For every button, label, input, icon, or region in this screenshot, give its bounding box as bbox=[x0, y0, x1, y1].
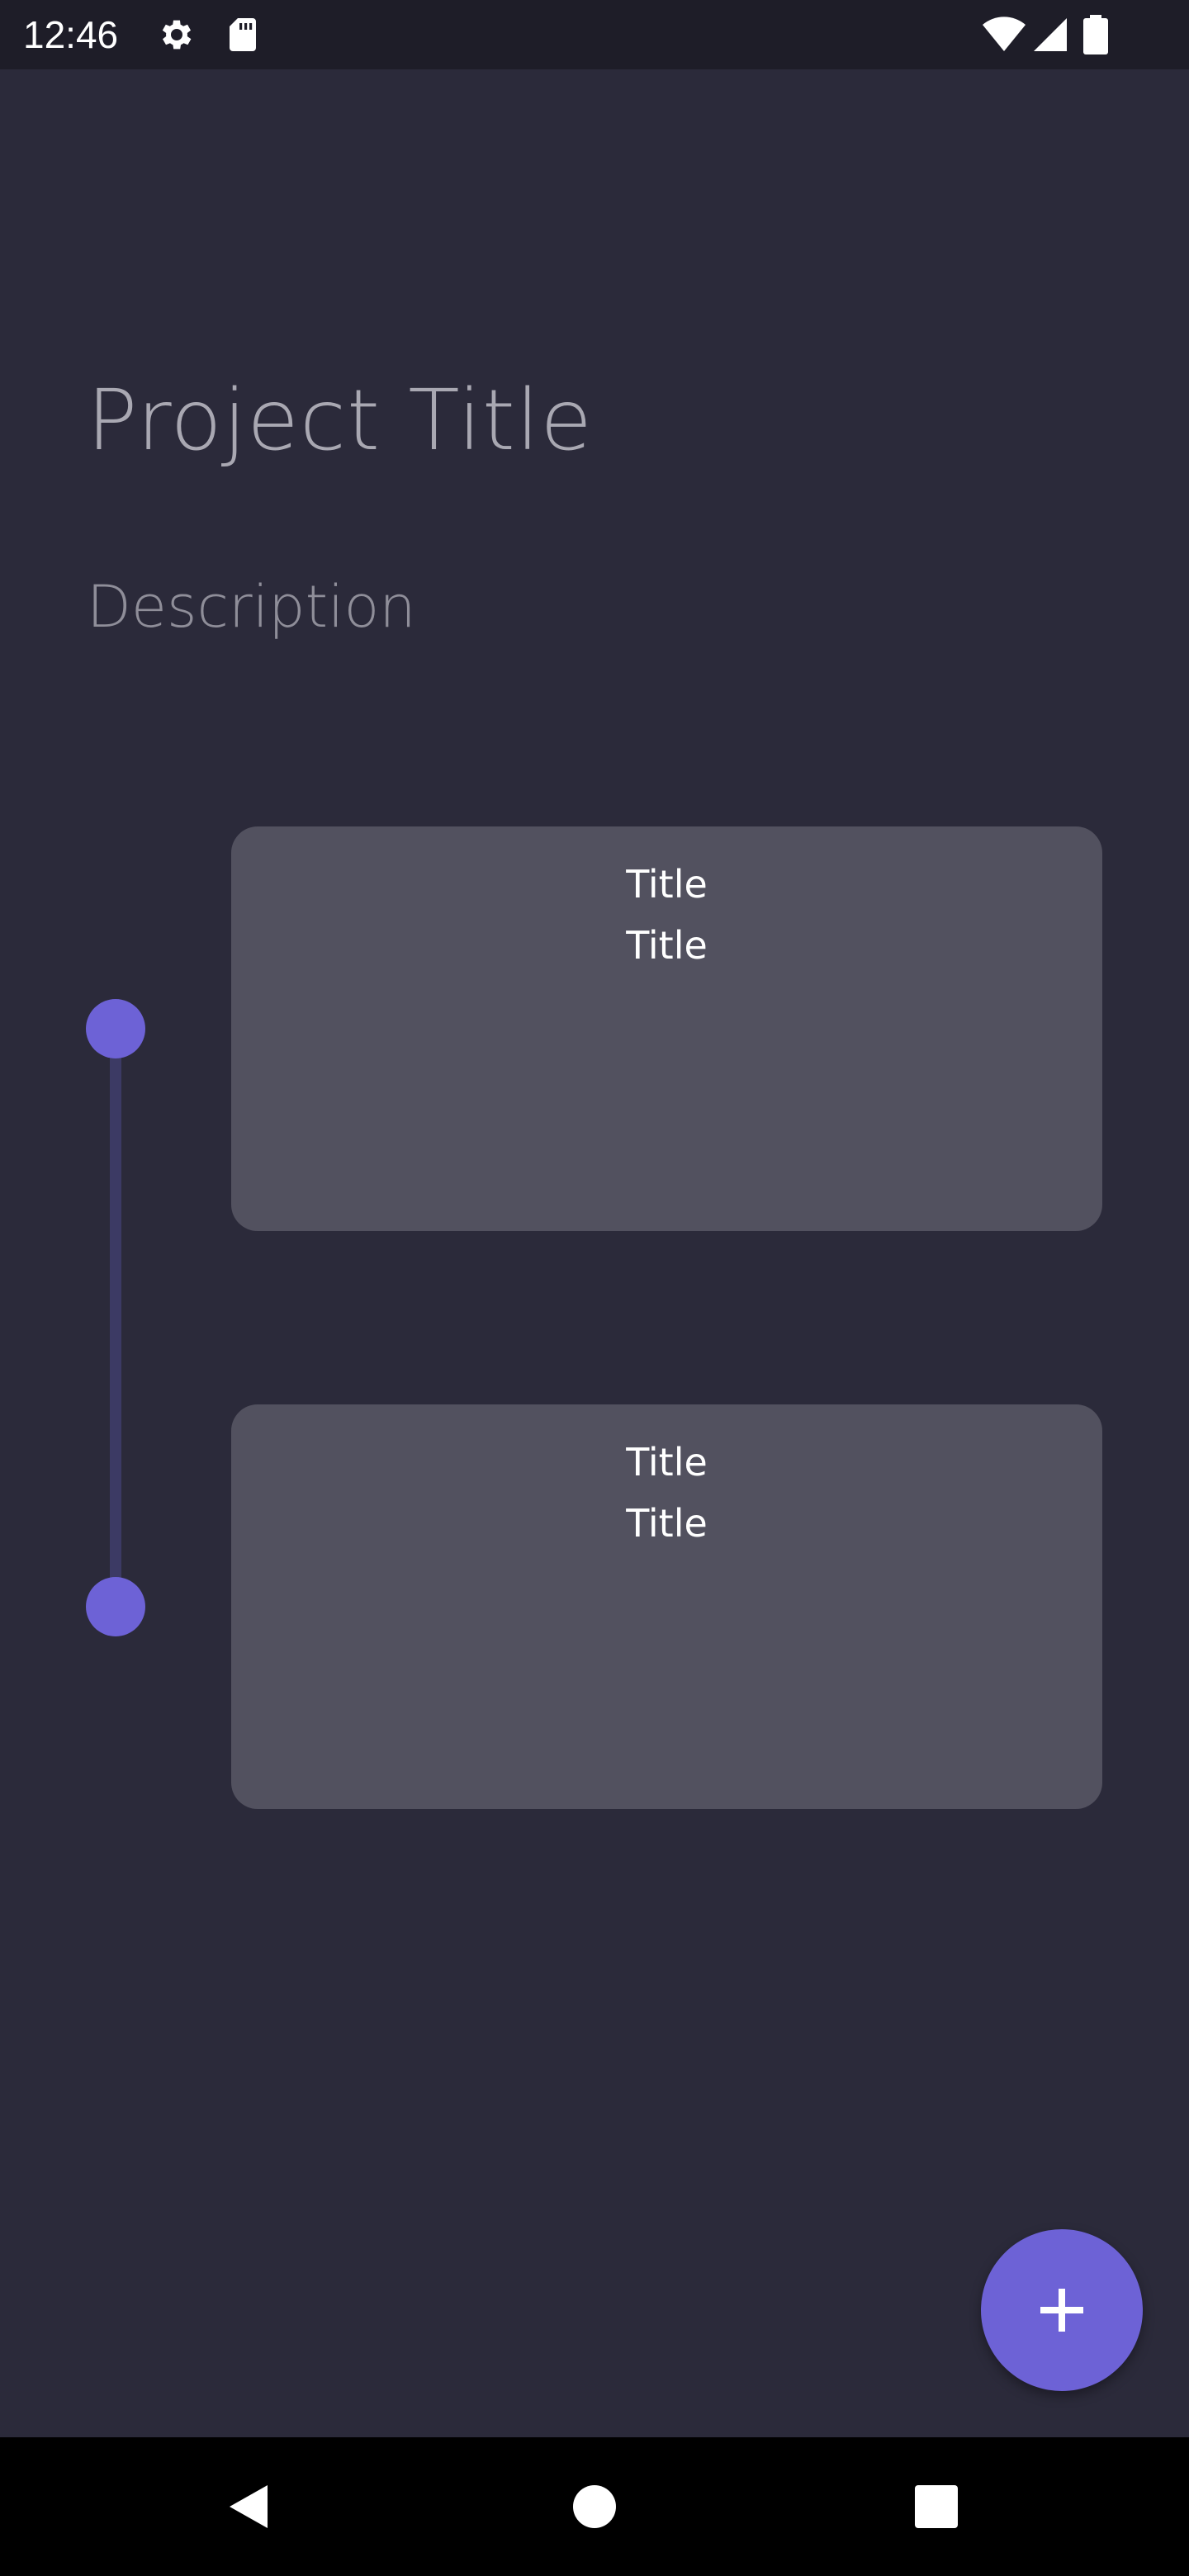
task-card[interactable]: Title Title bbox=[231, 826, 1102, 1231]
signal-icon bbox=[1030, 15, 1070, 54]
card-title: Title bbox=[626, 862, 708, 907]
card-subtitle: Title bbox=[626, 1501, 708, 1546]
timeline-line bbox=[110, 1029, 121, 1607]
project-title[interactable]: Project Title bbox=[87, 367, 593, 475]
battery-icon bbox=[1083, 15, 1108, 54]
home-button[interactable] bbox=[525, 2437, 664, 2576]
task-card[interactable]: Title Title bbox=[231, 1404, 1102, 1809]
status-bar: 12:46 bbox=[0, 0, 1189, 69]
card-subtitle: Title bbox=[626, 923, 708, 968]
sd-card-icon bbox=[223, 15, 263, 54]
timeline-dot bbox=[86, 999, 145, 1058]
card-title: Title bbox=[626, 1440, 708, 1485]
add-button[interactable] bbox=[981, 2229, 1143, 2391]
back-icon bbox=[230, 2485, 268, 2528]
status-time: 12:46 bbox=[23, 13, 119, 56]
recents-button[interactable] bbox=[867, 2437, 1006, 2576]
recents-icon bbox=[915, 2485, 958, 2528]
plus-icon bbox=[1040, 2289, 1083, 2332]
project-description[interactable]: Description bbox=[87, 570, 416, 644]
home-icon bbox=[573, 2485, 616, 2528]
timeline-dot bbox=[86, 1577, 145, 1636]
gear-icon bbox=[157, 15, 197, 54]
wifi-icon bbox=[981, 15, 1027, 54]
app-screen: 12:46 Project Title Description Title Ti… bbox=[0, 0, 1189, 2576]
back-button[interactable] bbox=[180, 2437, 319, 2576]
navigation-bar bbox=[0, 2437, 1189, 2576]
